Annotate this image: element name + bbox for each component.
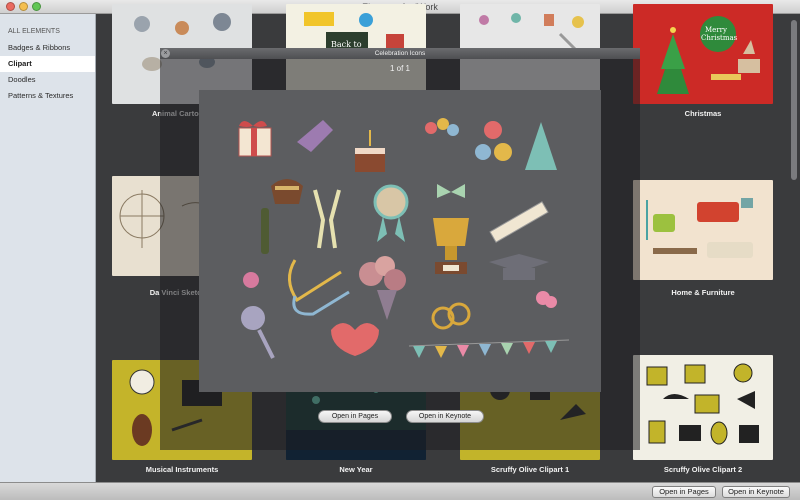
sidebar-item-doodles[interactable]: Doodles — [0, 72, 95, 88]
preview-image — [199, 90, 601, 392]
zoom-window-button[interactable] — [32, 2, 41, 11]
thumbnail-christmas[interactable]: Merry Christmas — [633, 4, 773, 104]
sidebar-item-badges-ribbons[interactable]: Badges & Ribbons — [0, 40, 95, 56]
sidebar: ALL ELEMENTS Badges & Ribbons Clipart Do… — [0, 14, 96, 482]
preview-open-in-keynote-button[interactable]: Open in Keynote — [406, 410, 484, 423]
svg-text:Merry: Merry — [705, 26, 727, 34]
celebration-icons-art — [238, 118, 570, 359]
close-icon: × — [163, 50, 168, 57]
preview-page-counter: 1 of 1 — [389, 64, 410, 73]
scrollbar-thumb[interactable] — [791, 20, 797, 180]
preview-title: Celebration Icons — [374, 50, 426, 57]
bottom-toolbar: Open in Pages Open in Keynote — [0, 482, 800, 500]
close-window-button[interactable] — [6, 2, 15, 11]
sidebar-item-patterns-textures[interactable]: Patterns & Textures — [0, 88, 95, 104]
grid-label-musical-instruments: Musical Instruments — [145, 465, 219, 474]
thumbnail-home-furniture[interactable] — [633, 180, 773, 280]
minimize-window-button[interactable] — [19, 2, 28, 11]
home-furniture-art — [646, 198, 753, 258]
grid-label-christmas: Christmas — [684, 109, 722, 118]
open-in-pages-button[interactable]: Open in Pages — [652, 486, 716, 498]
scruffy-olive-2-art — [646, 363, 759, 445]
sidebar-item-all-elements[interactable]: ALL ELEMENTS — [0, 24, 95, 40]
open-in-keynote-button[interactable]: Open in Keynote — [722, 486, 790, 498]
preview-close-button[interactable]: × — [161, 49, 170, 58]
grid-scrollbar[interactable] — [788, 14, 800, 482]
preview-open-in-pages-button[interactable]: Open in Pages — [318, 410, 392, 423]
grid-label-scruffy-olive-2: Scruffy Olive Clipart 2 — [663, 465, 743, 474]
grid-label-new-year: New Year — [339, 465, 373, 474]
svg-text:Christmas: Christmas — [701, 34, 738, 42]
grid-label-home-furniture: Home & Furniture — [671, 288, 735, 297]
preview-title-bar: Celebration Icons — [160, 48, 640, 59]
grid-label-scruffy-olive-1: Scruffy Olive Clipart 1 — [490, 465, 570, 474]
christmas-art: Merry Christmas — [657, 16, 760, 94]
sidebar-item-clipart[interactable]: Clipart — [0, 56, 95, 72]
thumbnail-scruffy-olive-2[interactable] — [633, 355, 773, 460]
